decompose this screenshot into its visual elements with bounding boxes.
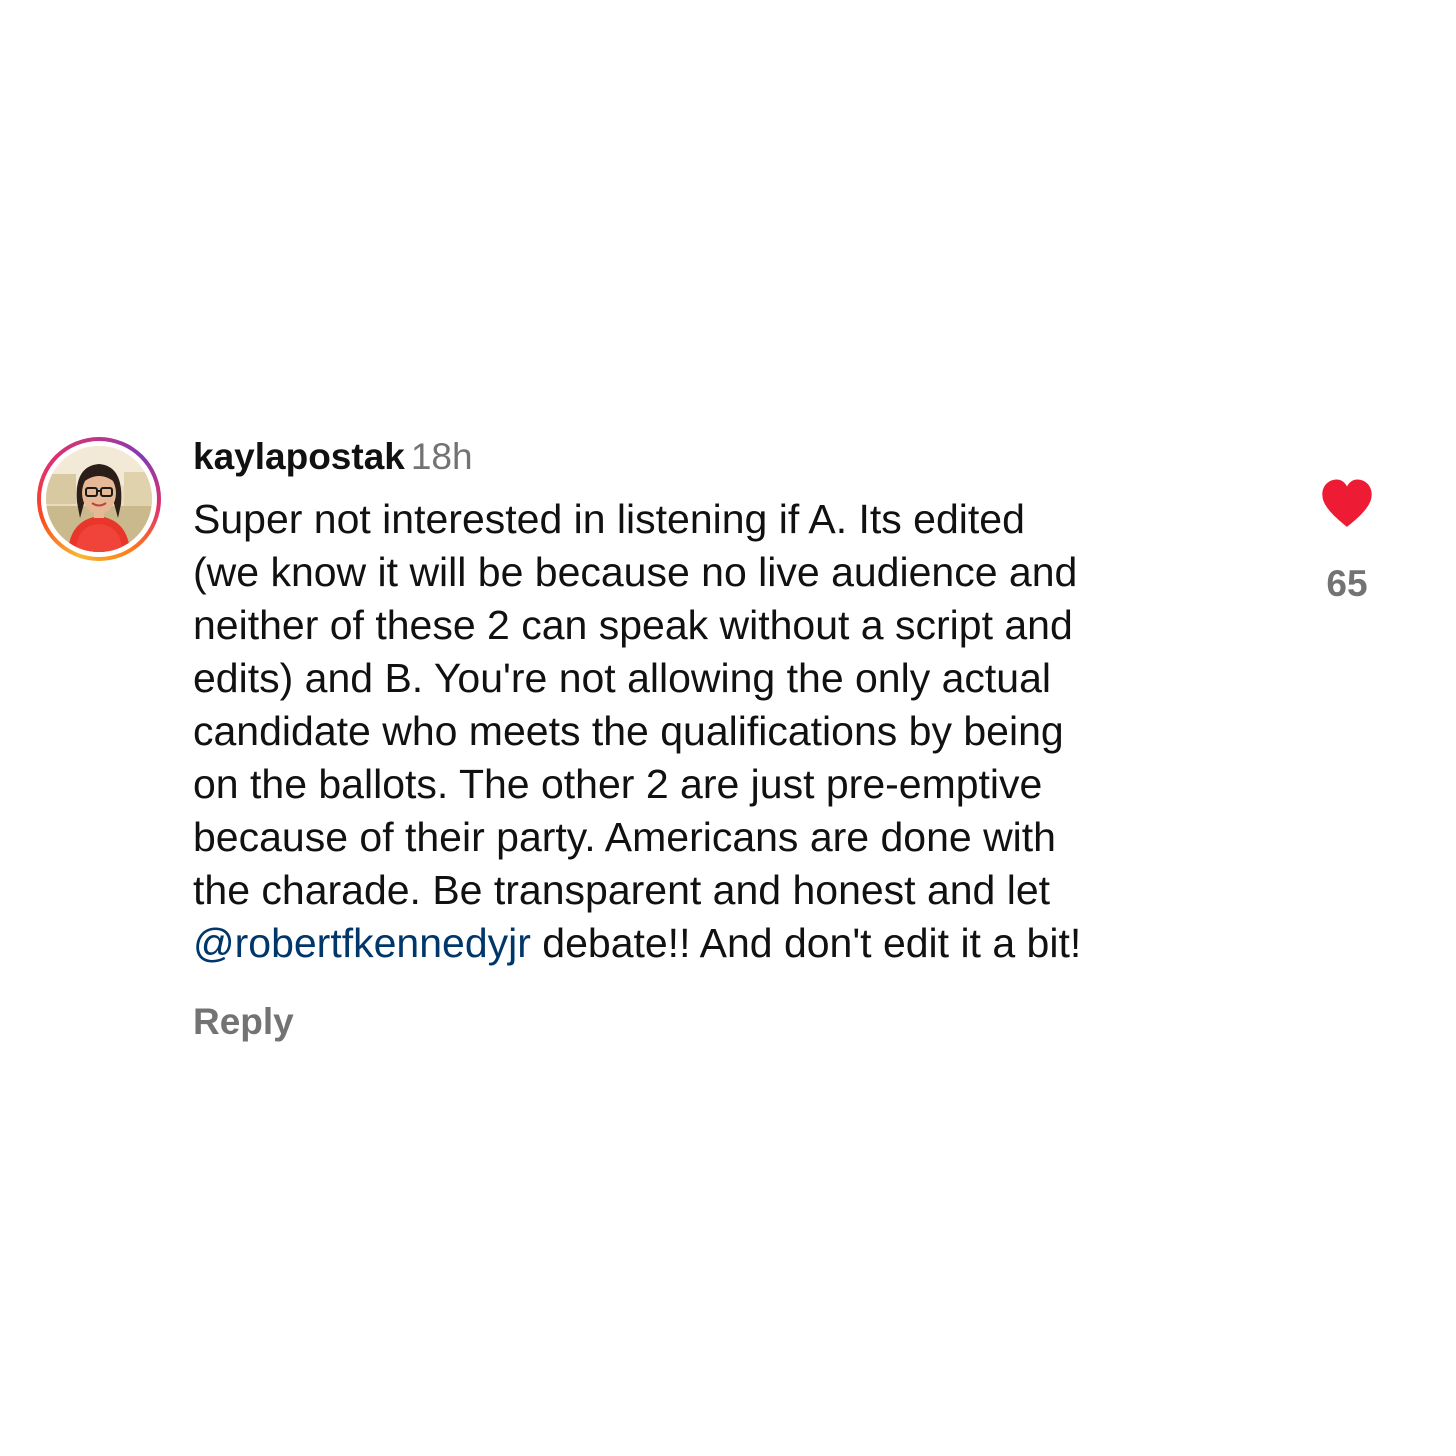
comment-line: edits) and B. You're not allowing the on… [193,655,1052,701]
comment-line: Super not interested in listening if A. … [193,496,1025,542]
comment-line-rest: debate!! And don't edit it a bit! [530,920,1082,966]
comment-line: the charade. Be transparent and honest a… [193,867,1051,913]
story-ring[interactable] [37,437,161,561]
comment: kaylapostak 18h Super not interested in l… [0,0,1456,1456]
comment-timestamp: 18h [410,436,473,477]
comment-line: because of their party. Americans are do… [193,814,1056,860]
like-button[interactable] [1320,478,1374,530]
comment-text: Super not interested in listening if A. … [193,493,1273,970]
comment-line: candidate who meets the qualifications b… [193,708,1064,754]
mention-link[interactable]: @robertfkennedyjr [193,920,531,966]
username-link[interactable]: kaylapostak [193,436,405,477]
avatar[interactable] [46,446,152,552]
like-count: 65 [1326,563,1368,604]
comment-header: kaylapostak 18h [193,435,473,479]
comment-line: (we know it will be because no live audi… [193,549,1078,595]
heart-icon [1322,479,1372,527]
comment-line: on the ballots. The other 2 are just pre… [193,761,1043,807]
reply-button[interactable]: Reply [193,1000,294,1044]
comment-line: neither of these 2 can speak without a s… [193,602,1073,648]
comment-line-last: @robertfkennedyjr debate!! And don't edi… [193,917,1273,970]
avatar-photo [46,446,152,552]
